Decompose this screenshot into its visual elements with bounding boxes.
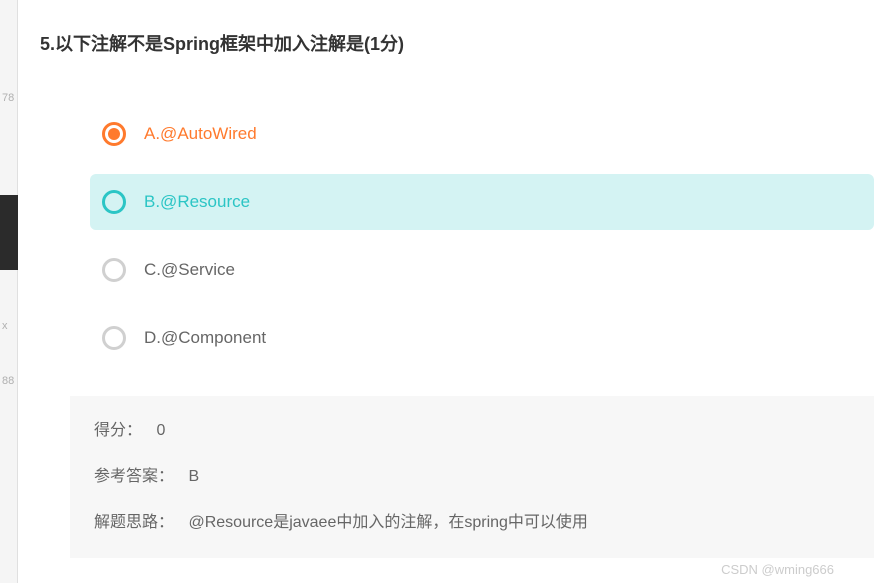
option-label: B.@Resource	[144, 192, 250, 212]
reference-label: 参考答案：	[94, 468, 174, 485]
score-value: 0	[156, 422, 165, 439]
radio-correct-icon	[102, 190, 126, 214]
gutter-mark: 88	[2, 375, 14, 387]
radio-empty-icon	[102, 326, 126, 350]
gutter-dark-block	[0, 195, 18, 270]
question-title: 5.以下注解不是Spring框架中加入注解是(1分)	[40, 30, 874, 56]
options-list: A.@AutoWired B.@Resource C.@Service D.@C…	[40, 106, 874, 366]
watermark: CSDN @wming666	[721, 562, 834, 577]
score-row: 得分： 0	[94, 416, 850, 440]
option-a[interactable]: A.@AutoWired	[90, 106, 874, 162]
option-label: C.@Service	[144, 260, 235, 280]
radio-selected-icon	[102, 122, 126, 146]
option-d[interactable]: D.@Component	[90, 310, 874, 366]
explanation-value: @Resource是javaee中加入的注解，在spring中可以使用	[188, 514, 587, 531]
reference-value: B	[188, 468, 199, 485]
left-gutter: 78 x 88	[0, 0, 18, 583]
answer-block: 得分： 0 参考答案： B 解题思路： @Resource是javaee中加入的…	[70, 396, 874, 558]
score-label: 得分：	[94, 422, 142, 439]
option-c[interactable]: C.@Service	[90, 242, 874, 298]
reference-row: 参考答案： B	[94, 462, 850, 486]
explanation-row: 解题思路： @Resource是javaee中加入的注解，在spring中可以使…	[94, 508, 850, 532]
option-label: A.@AutoWired	[144, 124, 257, 144]
radio-empty-icon	[102, 258, 126, 282]
gutter-mark: 78	[2, 92, 14, 104]
question-content: 5.以下注解不是Spring框架中加入注解是(1分) A.@AutoWired …	[28, 0, 874, 558]
option-label: D.@Component	[144, 328, 266, 348]
option-b[interactable]: B.@Resource	[90, 174, 874, 230]
explanation-label: 解题思路：	[94, 514, 174, 531]
gutter-mark: x	[2, 320, 8, 332]
